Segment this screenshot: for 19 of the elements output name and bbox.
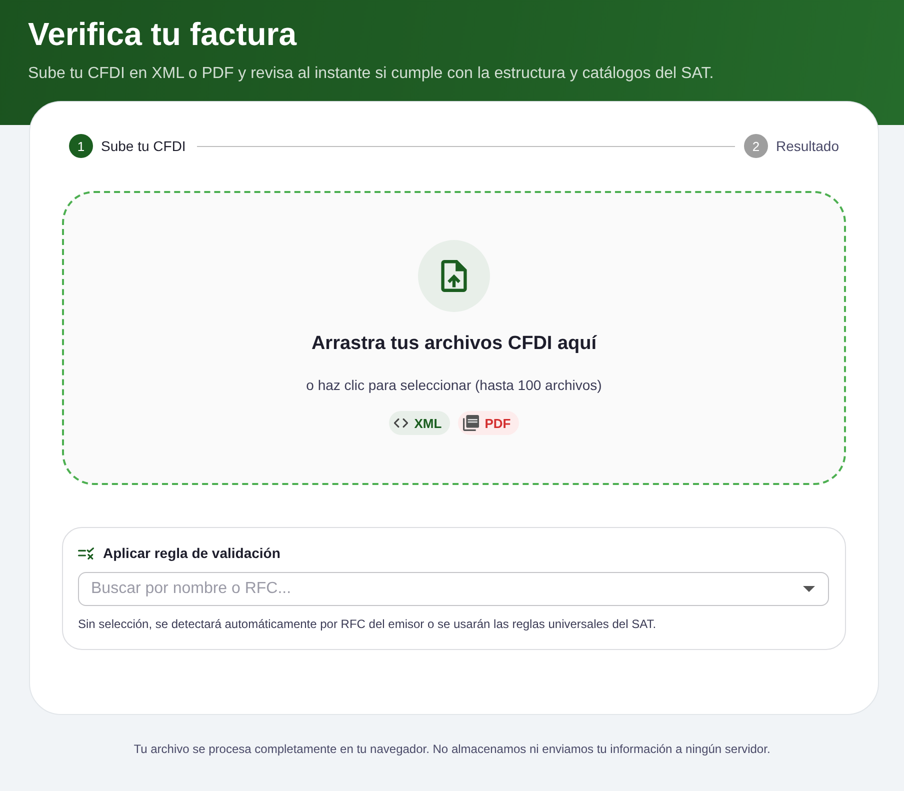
- privacy-note: Tu archivo se procesa completamente en tu navegador. No almacenamos ni enviamos tu información a ningún servidor.: [134, 742, 770, 756]
- stacked-document-icon: [462, 415, 479, 431]
- page-title: Verifica tu factura: [28, 16, 297, 52]
- step-label: Resultado: [776, 137, 839, 156]
- page-subtitle: Sube tu CFDI en XML o PDF y revisa al instante si cumple con la estructura y catálogos del SAT.: [28, 64, 714, 84]
- format-label: PDF: [484, 416, 511, 430]
- code-icon: [394, 417, 408, 429]
- caret-icon[interactable]: [803, 586, 815, 592]
- dropzone-hint: o haz clic para seleccionar (hasta 100 archivos): [306, 376, 602, 395]
- checklist-icon: [78, 546, 94, 560]
- rule-panel-title: Aplicar regla de validación: [103, 545, 280, 561]
- dropzone-title: Arrastra tus archivos CFDI aquí: [311, 332, 597, 356]
- rule-helper-text: Sin selección, se detectará automáticamente por RFC del emisor o se usarán las reglas universales del SAT.: [78, 616, 658, 632]
- rule-search-field[interactable]: Buscar por nombre o RFC...: [78, 572, 829, 606]
- step-number: 2: [744, 134, 768, 158]
- step-number: 1: [69, 134, 93, 158]
- step-label: Sube tu CFDI: [101, 137, 186, 156]
- upload-dropzone[interactable]: Arrastra tus archivos CFDI aquí o haz clic para seleccionar (hasta 100 archivos) XML PDF: [62, 191, 846, 485]
- format-label: XML: [414, 416, 442, 430]
